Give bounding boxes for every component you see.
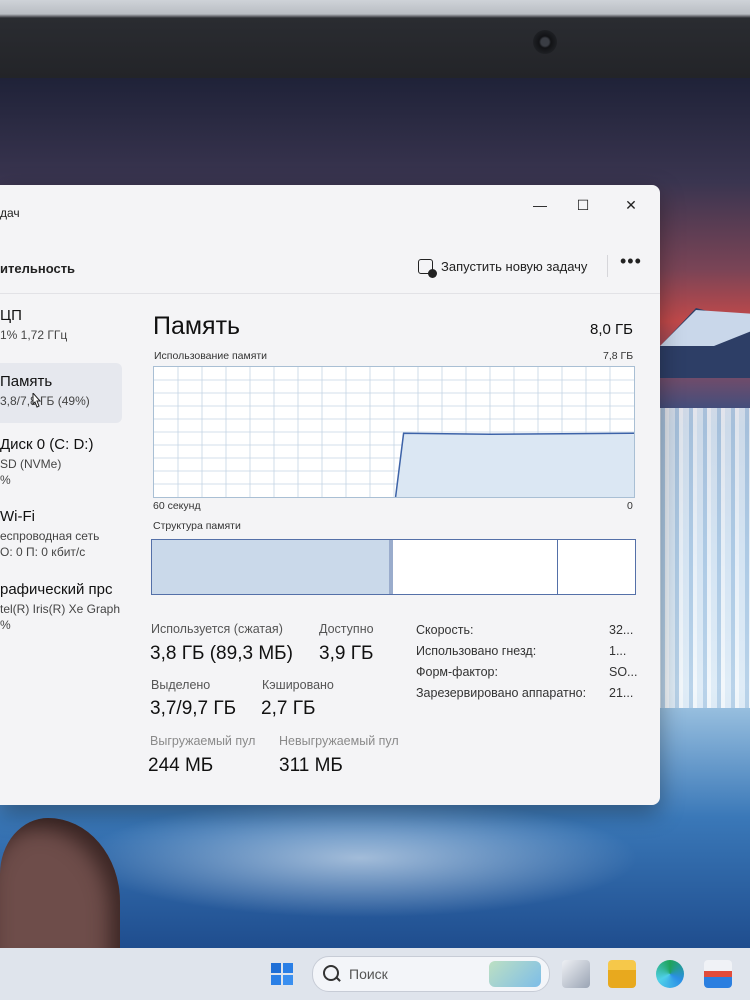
maximize-button[interactable]: ☐ [566,191,600,219]
form-factor-label: Форм-фактор: [416,665,498,679]
search-highlight-icon [489,961,541,987]
committed-value: 3,7/9,7 ГБ [150,698,237,719]
usage-graph-max: 7,8 ГБ [603,350,634,362]
nonpaged-pool-value: 311 МБ [279,755,343,776]
sidebar-item-disk[interactable]: Диск 0 (C: D:) SD (NVMe) % [0,436,122,488]
title-bar[interactable]: дач — ☐ ✕ [0,185,660,227]
structure-in-use[interactable] [152,540,389,594]
hardware-reserved-value: 21... [609,686,634,700]
speed-label: Скорость: [416,623,474,637]
structure-free[interactable] [557,540,635,594]
laptop-bezel [0,0,750,78]
mouse-cursor-icon [32,393,42,408]
in-use-value: 3,8 ГБ (89,3 МБ) [150,643,293,664]
sidebar-item-wifi[interactable]: Wi-Fi еспроводная сеть О: 0 П: 0 кбит/с [0,508,122,560]
sidebar-item-label: Память [0,373,53,390]
slots-used-label: Использовано гнезд: [416,644,537,658]
sidebar-item-gpu[interactable]: рафический прс tel(R) Iris(R) Xe Graph % [0,581,122,633]
slots-used-value: 1... [609,644,627,658]
sidebar-item-label: рафический прс [0,581,113,598]
taskbar: Поиск [0,948,750,1000]
file-explorer-icon[interactable] [608,960,636,988]
memory-usage-graph [153,366,635,498]
structure-label: Структура памяти [153,520,241,532]
search-icon [323,965,339,981]
close-button[interactable]: ✕ [614,191,648,219]
task-view-icon[interactable] [562,960,590,988]
search-placeholder: Поиск [349,966,388,982]
graph-time-right: 0 [627,500,633,512]
usage-graph-label: Использование памяти [154,350,268,362]
new-task-icon [418,258,437,278]
wallpaper-waterfall [655,408,750,708]
sidebar-item-detail: tel(R) Iris(R) Xe Graph [0,602,121,616]
page-title: Память [153,312,241,340]
sidebar-item-label: Диск 0 (C: D:) [0,436,94,453]
memory-structure-bar [151,539,636,595]
sidebar-item-detail: еспроводная сеть [0,529,100,543]
windows-logo-icon [271,963,293,985]
speed-value: 32... [609,623,634,637]
sidebar-item-label: ЦП [0,307,22,324]
taskbar-search[interactable]: Поиск [312,956,550,992]
toolbar: ительность Запустить новую задачу ••• [0,227,660,294]
run-new-task-label: Запустить новую задачу [441,258,588,274]
start-button[interactable] [268,960,296,988]
wallpaper-foam [80,798,640,918]
sidebar-item-detail: 3,8/7,8 ГБ (49%) [0,394,90,408]
page-heading: ительность [0,261,76,276]
paged-pool-label: Выгружаемый пул [150,734,256,748]
maximize-icon: ☐ [576,196,590,213]
memory-total: 8,0 ГБ [590,321,633,338]
available-value: 3,9 ГБ [319,643,374,664]
cached-value: 2,7 ГБ [261,698,316,719]
store-icon[interactable] [704,960,732,988]
sidebar-item-detail: 1% 1,72 ГГц [0,328,68,342]
close-icon: ✕ [625,196,637,213]
paged-pool-value: 244 МБ [148,755,214,776]
minimize-button[interactable]: — [523,191,557,219]
minimize-icon: — [533,197,547,213]
sidebar-item-label: Wi-Fi [0,508,35,525]
usage-area [395,433,634,497]
structure-standby[interactable] [393,540,558,594]
sidebar-item-detail: О: 0 П: 0 кбит/с [0,545,86,559]
window-title: дач [0,206,20,220]
sidebar-item-cpu[interactable]: ЦП 1% 1,72 ГГц [0,307,122,355]
form-factor-value: SO... [609,665,638,679]
sidebar-item-memory[interactable]: Память 3,8/7,8 ГБ (49%) [0,363,122,423]
edge-browser-icon[interactable] [656,960,684,988]
committed-label: Выделено [151,678,211,692]
toolbar-separator [607,255,608,277]
more-options-button[interactable]: ••• [620,251,642,272]
sidebar-item-detail: % [0,473,11,487]
sidebar-item-detail: % [0,618,11,632]
graph-time-left: 60 секунд [153,500,201,512]
nonpaged-pool-label: Невыгружаемый пул [279,734,399,748]
available-label: Доступно [319,622,374,636]
run-new-task-button[interactable]: Запустить новую задачу [418,253,587,279]
task-manager-window: дач — ☐ ✕ ительность Запустить новую зад… [0,185,660,805]
cached-label: Кэшировано [262,678,334,692]
sidebar-item-detail: SD (NVMe) [0,457,62,471]
webcam [533,30,557,54]
in-use-label: Используется (сжатая) [151,622,283,636]
hardware-reserved-label: Зарезервировано аппаратно: [416,686,587,700]
